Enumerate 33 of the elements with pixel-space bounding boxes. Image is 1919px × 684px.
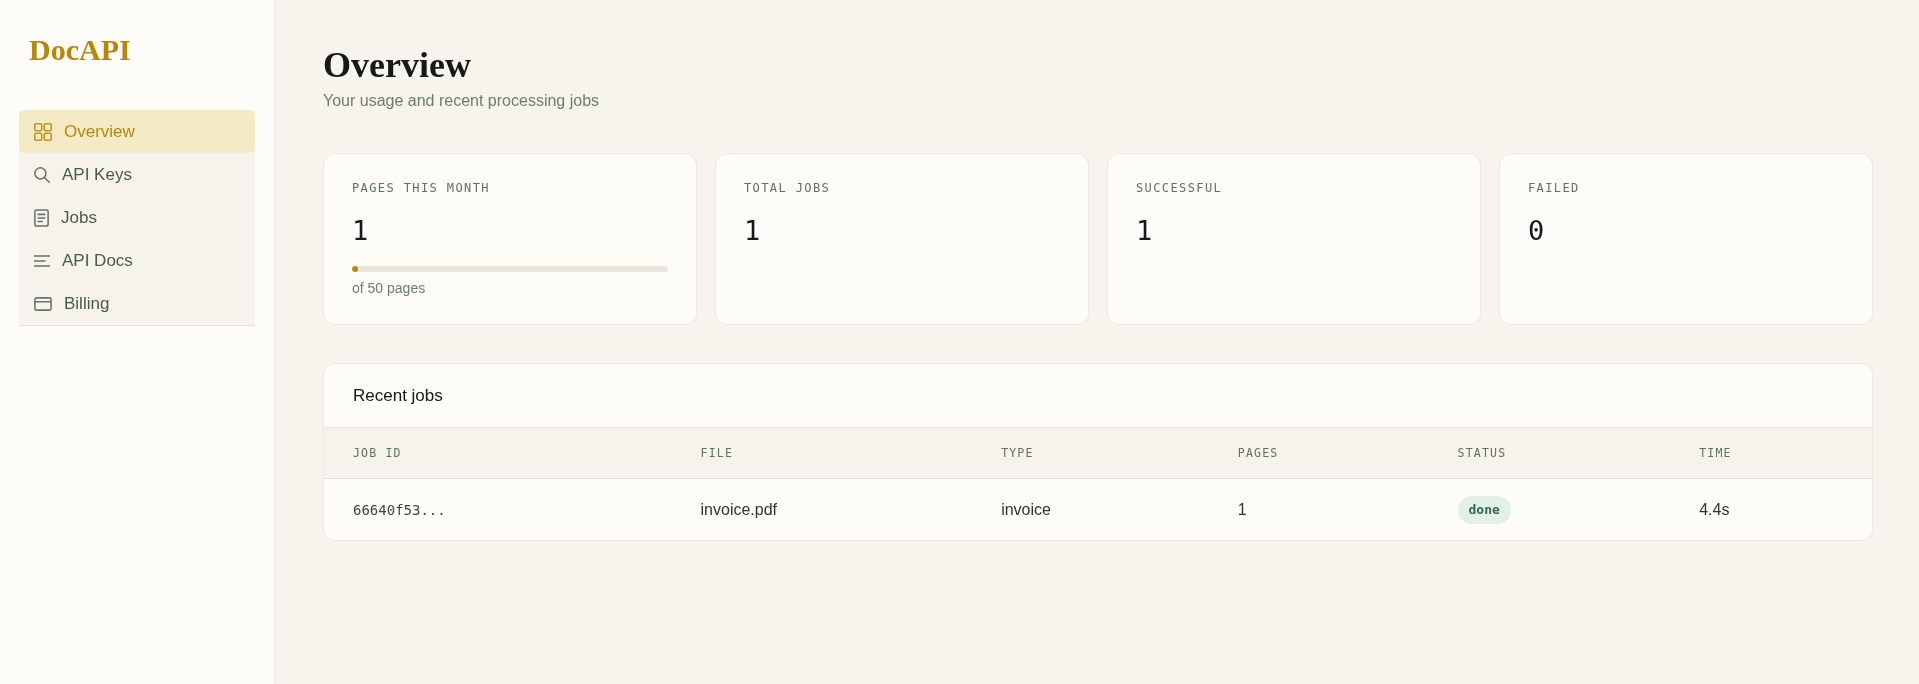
page-title: Overview [323,44,471,86]
search-icon [34,166,50,183]
stat-value: 1 [1136,214,1153,248]
job-id-cell: 66640f53... [353,501,446,518]
nav-item[interactable]: Jobs [19,196,255,239]
nav-item[interactable]: Billing [19,282,255,325]
table-cell: 1 [1237,500,1247,519]
grid-icon [34,122,52,141]
document-icon [34,208,49,227]
stat-label: FAILED [1528,180,1580,196]
table-cell: invoice.pdf [700,500,778,519]
card-icon [34,296,52,311]
status-badge: done [1457,495,1511,524]
nav-item[interactable]: API Keys [19,153,255,196]
page-subtitle: Your usage and recent processing jobs [323,91,600,111]
nav-item[interactable]: API Docs [19,239,255,282]
column-header: TYPE [1001,446,1034,460]
stat-label: PAGES THIS MONTH [352,180,490,196]
column-header: FILE [700,446,734,460]
column-header: JOB ID [353,446,402,460]
progress-caption: of 50 pages [352,279,426,297]
stat-value: 1 [744,214,761,248]
table-cell: invoice [1001,500,1051,519]
lines-icon [34,254,50,267]
column-header: STATUS [1457,446,1507,460]
stat-value: 0 [1528,214,1545,248]
stat-label: SUCCESSFUL [1136,180,1223,196]
column-header: TIME [1699,446,1732,460]
stat-value: 1 [352,214,369,248]
stat-label: TOTAL JOBS [744,180,831,196]
table-cell: 4.4s [1699,500,1730,519]
logo: DocAPI [28,32,131,68]
column-header: PAGES [1237,446,1279,460]
